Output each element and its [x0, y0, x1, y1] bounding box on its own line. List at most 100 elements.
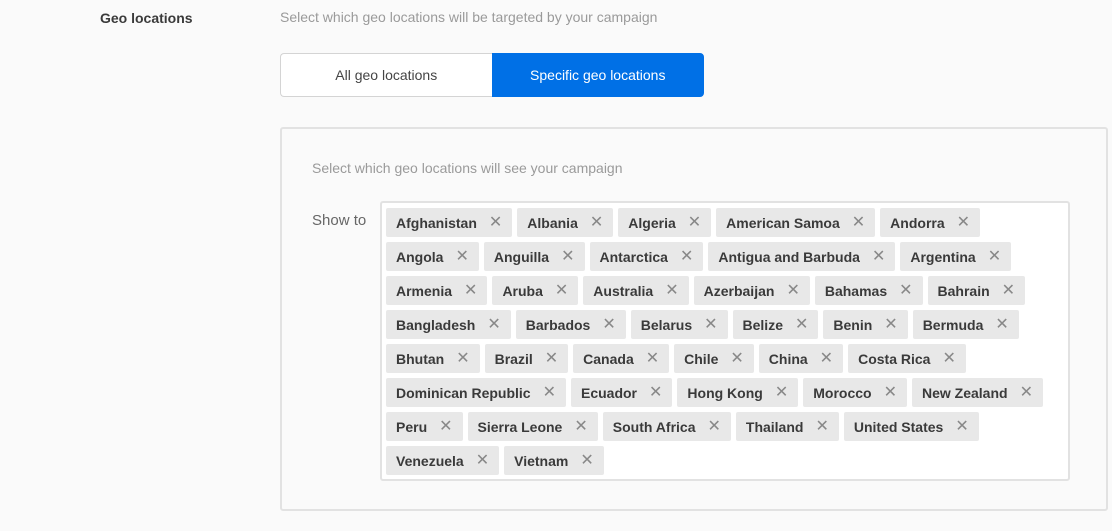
location-tag: American Samoa ✕	[716, 208, 876, 237]
close-icon[interactable]: ✕	[555, 282, 568, 299]
close-icon[interactable]: ✕	[455, 248, 468, 265]
location-tag-label: Albania	[527, 214, 578, 231]
location-tag-label: Aruba	[502, 282, 543, 299]
location-tag-label: Anguilla	[493, 248, 550, 265]
location-tag: Anguilla ✕	[483, 242, 585, 271]
location-tag-label: Bermuda	[922, 316, 984, 333]
close-icon[interactable]: ✕	[730, 350, 743, 367]
close-icon[interactable]: ✕	[775, 384, 788, 401]
location-tag: Aruba ✕	[492, 276, 579, 305]
close-icon[interactable]: ✕	[872, 248, 885, 265]
location-tag-label: Sierra Leone	[477, 418, 563, 435]
location-tag: Bermuda ✕	[912, 310, 1019, 339]
close-icon[interactable]: ✕	[590, 214, 603, 231]
location-tag-label: Ecuador	[580, 384, 637, 401]
close-icon[interactable]: ✕	[942, 350, 955, 367]
close-icon[interactable]: ✕	[707, 418, 720, 435]
close-icon[interactable]: ✕	[680, 248, 693, 265]
location-tag-label: Barbados	[525, 316, 591, 333]
specific-geo-locations-button[interactable]: Specific geo locations	[491, 53, 704, 97]
close-icon[interactable]: ✕	[561, 248, 574, 265]
geo-locations-description: Select which geo locations will be targe…	[280, 9, 658, 25]
close-icon[interactable]: ✕	[884, 384, 897, 401]
close-icon[interactable]: ✕	[543, 384, 556, 401]
location-tag: Sierra Leone ✕	[467, 412, 598, 441]
location-tag-label: Australia	[593, 282, 654, 299]
show-to-label: Show to	[312, 212, 367, 229]
close-icon[interactable]: ✕	[820, 350, 833, 367]
location-tag-label: Bahrain	[937, 282, 990, 299]
location-tag-label: Morocco	[813, 384, 872, 401]
location-tag-label: Afghanistan	[396, 214, 477, 231]
location-tag: Hong Kong ✕	[677, 378, 799, 407]
location-tag: Andorra ✕	[880, 208, 981, 237]
close-icon[interactable]: ✕	[988, 248, 1001, 265]
location-tag: New Zealand ✕	[911, 378, 1043, 407]
location-tag-label: Benin	[833, 316, 873, 333]
close-icon[interactable]: ✕	[439, 418, 452, 435]
close-icon[interactable]: ✕	[649, 384, 662, 401]
location-tag-label: Angola	[396, 248, 444, 265]
close-icon[interactable]: ✕	[580, 452, 593, 469]
close-icon[interactable]: ✕	[464, 282, 477, 299]
location-tag: Costa Rica ✕	[848, 344, 966, 373]
location-tag-label: Peru	[396, 418, 428, 435]
close-icon[interactable]: ✕	[574, 418, 587, 435]
location-tag: Argentina ✕	[900, 242, 1012, 271]
close-icon[interactable]: ✕	[957, 214, 970, 231]
close-icon[interactable]: ✕	[602, 316, 615, 333]
location-tag: Vietnam ✕	[504, 446, 604, 475]
close-icon[interactable]: ✕	[1002, 282, 1015, 299]
location-tag-label: Costa Rica	[858, 350, 931, 367]
location-tag: Australia ✕	[583, 276, 689, 305]
close-icon[interactable]: ✕	[899, 282, 912, 299]
location-tag-label: Antigua and Barbuda	[718, 248, 860, 265]
location-tags-input[interactable]: Afghanistan ✕ Albania ✕ Algeria ✕ American Sam…	[380, 201, 1070, 481]
close-icon[interactable]: ✕	[955, 418, 968, 435]
location-tag-label: Algeria	[628, 214, 676, 231]
close-icon[interactable]: ✕	[884, 316, 897, 333]
location-tag: Armenia ✕	[386, 276, 488, 305]
location-tag: Afghanistan ✕	[386, 208, 513, 237]
close-icon[interactable]: ✕	[815, 418, 828, 435]
location-tag-label: Dominican Republic	[396, 384, 531, 401]
location-tag-label: Azerbaijan	[703, 282, 775, 299]
location-tag-label: Vietnam	[514, 452, 569, 469]
location-tag-label: Armenia	[396, 282, 453, 299]
location-tag: Antarctica ✕	[589, 242, 704, 271]
location-tag-label: New Zealand	[921, 384, 1008, 401]
location-tag-label: Argentina	[910, 248, 976, 265]
close-icon[interactable]: ✕	[545, 350, 558, 367]
close-icon[interactable]: ✕	[456, 350, 469, 367]
location-tag-label: Hong Kong	[687, 384, 763, 401]
geo-targeting-toggle: All geo locations Specific geo locations	[280, 53, 704, 97]
location-tag: Algeria ✕	[618, 208, 712, 237]
panel-description: Select which geo locations will see your…	[312, 160, 623, 176]
location-tag-label: Venezuela	[396, 452, 464, 469]
location-tag: Ecuador ✕	[570, 378, 673, 407]
close-icon[interactable]: ✕	[476, 452, 489, 469]
location-tag: United States ✕	[843, 412, 979, 441]
location-tag: Venezuela ✕	[386, 446, 500, 475]
geo-locations-label: Geo locations	[100, 10, 193, 26]
location-tag: Bangladesh ✕	[386, 310, 511, 339]
location-tag: Bahrain ✕	[927, 276, 1026, 305]
close-icon[interactable]: ✕	[995, 316, 1008, 333]
location-tag: Bahamas ✕	[814, 276, 923, 305]
close-icon[interactable]: ✕	[852, 214, 865, 231]
close-icon[interactable]: ✕	[786, 282, 799, 299]
close-icon[interactable]: ✕	[487, 316, 500, 333]
all-geo-locations-button[interactable]: All geo locations	[280, 53, 492, 97]
location-tag: Angola ✕	[386, 242, 479, 271]
close-icon[interactable]: ✕	[795, 316, 808, 333]
location-tag-label: Belize	[742, 316, 783, 333]
close-icon[interactable]: ✕	[704, 316, 717, 333]
close-icon[interactable]: ✕	[688, 214, 701, 231]
close-icon[interactable]: ✕	[1020, 384, 1033, 401]
location-tag: Azerbaijan ✕	[693, 276, 810, 305]
location-tag: Antigua and Barbuda ✕	[708, 242, 896, 271]
close-icon[interactable]: ✕	[665, 282, 678, 299]
close-icon[interactable]: ✕	[489, 214, 502, 231]
location-tag: Thailand ✕	[735, 412, 839, 441]
close-icon[interactable]: ✕	[646, 350, 659, 367]
